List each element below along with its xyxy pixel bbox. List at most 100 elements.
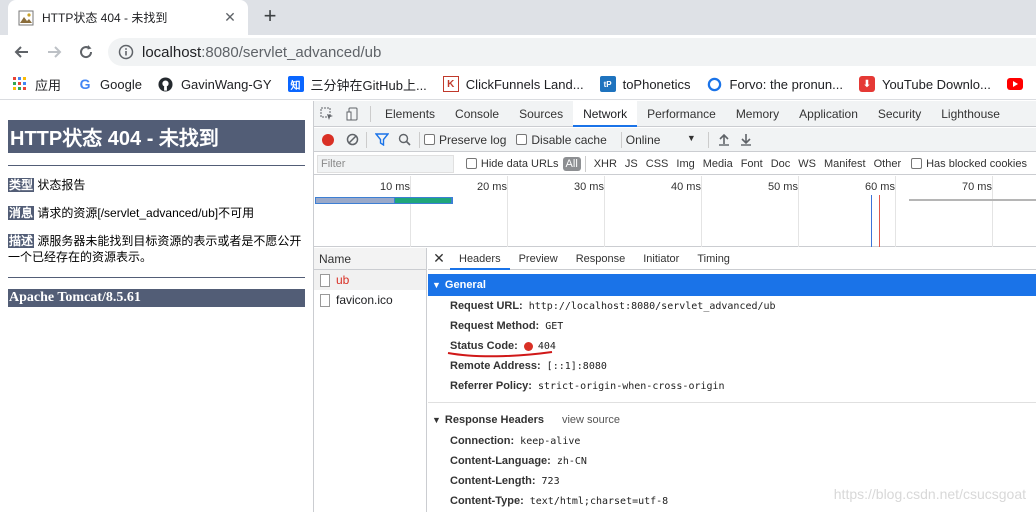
filter-type-media[interactable]: Media [699,158,737,170]
tab-response[interactable]: Response [567,248,635,270]
header-value: keep-alive [520,435,581,447]
preserve-log-checkbox[interactable]: Preserve log [424,133,506,147]
tab-console[interactable]: Console [445,101,509,127]
bookmark-label: GavinWang-GY [180,76,272,92]
bookmark-youtube-downloader[interactable]: ⬇ YouTube Downlo... [858,76,991,92]
type-line: 类型 状态报告 [8,177,305,193]
reload-icon[interactable] [76,42,96,62]
forward-arrow-icon[interactable] [44,42,64,62]
tab-close-icon[interactable]: ✕ [222,9,238,26]
tick-line [895,176,896,247]
header-value: text/html;charset=utf-8 [529,495,669,507]
type-value: 状态报告 [37,178,86,192]
search-icon[interactable] [393,127,415,153]
tick-label: 50 ms [768,181,798,193]
import-har-icon[interactable] [713,127,735,153]
tab-headers[interactable]: Headers [450,248,510,270]
tab-security[interactable]: Security [868,101,931,127]
description-value: 源服务器未能找到目标资源的表示或者是不愿公开一个已经存在的资源表示。 [8,234,302,264]
export-har-icon[interactable] [735,127,757,153]
download-icon: ⬇ [858,76,875,92]
header-key: Referrer Policy: [450,380,532,392]
filter-type-all[interactable]: All [562,156,581,171]
red-underline-annotation [447,351,553,358]
tick-label: 10 ms [380,181,410,193]
request-row[interactable]: ub [314,270,426,290]
bookmark-tophonetics[interactable]: tP toPhonetics [599,76,691,92]
header-key: Content-Length: [450,475,536,487]
tab-sources[interactable]: Sources [509,101,573,127]
general-section-header[interactable]: ▼ General [428,274,1036,296]
tick-line [410,176,411,247]
close-detail-icon[interactable]: ✕ [428,250,450,267]
device-toolbar-icon[interactable] [340,101,366,127]
tab-lighthouse[interactable]: Lighthouse [931,101,1010,127]
filter-type-css[interactable]: CSS [642,158,673,170]
request-list: Name ub favicon.ico [314,248,427,512]
header-key: Content-Type: [450,495,524,507]
filter-type-font[interactable]: Font [737,158,767,170]
filter-type-ws[interactable]: WS [794,158,820,170]
separator [707,131,709,148]
clear-icon[interactable] [342,127,362,153]
tab-network[interactable]: Network [573,100,638,127]
back-arrow-icon[interactable] [12,42,32,62]
bookmark-zhihu[interactable]: 知 三分钟在GitHub上... [287,75,427,94]
throttle-select[interactable]: Online ▼ [626,133,696,147]
bookmark-label: Forvo: the pronun... [729,76,843,92]
tab-performance[interactable]: Performance [637,101,726,127]
bookmark-github[interactable]: GavinWang-GY [158,76,272,92]
filter-type-img[interactable]: Img [672,158,698,170]
zhihu-icon: 知 [287,76,304,92]
tick-label: 20 ms [477,181,507,193]
record-icon[interactable] [322,133,334,146]
tab-initiator[interactable]: Initiator [634,248,688,270]
new-tab-icon[interactable]: + [258,5,282,29]
filter-type-js[interactable]: JS [621,158,642,170]
header-value: zh-CN [556,455,587,467]
type-label: 类型 [8,178,35,192]
tab-preview[interactable]: Preview [510,248,567,270]
site-info-icon[interactable] [118,44,134,60]
bookmark-label: 三分钟在GitHub上... [310,77,427,93]
disable-cache-checkbox[interactable]: Disable cache [516,133,607,147]
tab-memory[interactable]: Memory [726,101,789,127]
divider [8,165,305,166]
filter-input[interactable]: Filter [317,154,454,173]
description-label: 描述 [8,234,35,248]
network-toolbar: Preserve log Disable cache Online ▼ [314,128,1036,152]
tick-line [604,176,605,247]
header-value: strict-origin-when-cross-origin [537,380,725,392]
tab-application[interactable]: Application [789,101,868,127]
filter-icon[interactable] [371,127,393,153]
response-headers-section-header[interactable]: ▼ Response Headers view source [428,409,1036,431]
filter-type-manifest[interactable]: Manifest [820,158,870,170]
section-title: General [444,279,486,291]
blocked-cookies-checkbox[interactable]: Has blocked cookies [911,158,1027,170]
bookmark-apps[interactable]: 应用 [12,75,61,94]
bookmark-youtube[interactable] [1006,76,1030,92]
column-header-name[interactable]: Name [314,248,426,270]
page-favicon-icon [18,10,34,25]
request-row[interactable]: favicon.ico [314,290,426,310]
address-bar[interactable]: localhost:8080/servlet_advanced/ub [108,38,1036,66]
filter-type-xhr[interactable]: XHR [590,158,621,170]
header-value: http://localhost:8080/servlet_advanced/u… [528,300,776,312]
tab-timing[interactable]: Timing [688,248,739,270]
bookmark-forvo[interactable]: Forvo: the pronun... [707,76,843,92]
tick-label: 40 ms [671,181,701,193]
browser-tab[interactable]: HTTP状态 404 - 未找到 ✕ [8,0,248,35]
view-source-link[interactable]: view source [562,414,620,426]
header-value: [::1]:8080 [546,360,607,372]
divider [8,277,305,278]
dropdown-arrow-icon: ▼ [686,132,696,143]
inspect-element-icon[interactable] [314,101,340,127]
checkbox-box [516,134,528,145]
filter-type-other[interactable]: Other [870,158,906,170]
filter-type-doc[interactable]: Doc [767,158,795,170]
bookmark-clickfunnels[interactable]: K ClickFunnels Land... [442,76,584,92]
network-overview-timeline[interactable]: 10 ms 20 ms 30 ms 40 ms 50 ms 60 ms 70 m… [314,176,1036,247]
bookmark-google[interactable]: G Google [77,76,142,92]
tab-elements[interactable]: Elements [375,101,445,127]
hide-data-urls-checkbox[interactable]: Hide data URLs [465,158,559,170]
